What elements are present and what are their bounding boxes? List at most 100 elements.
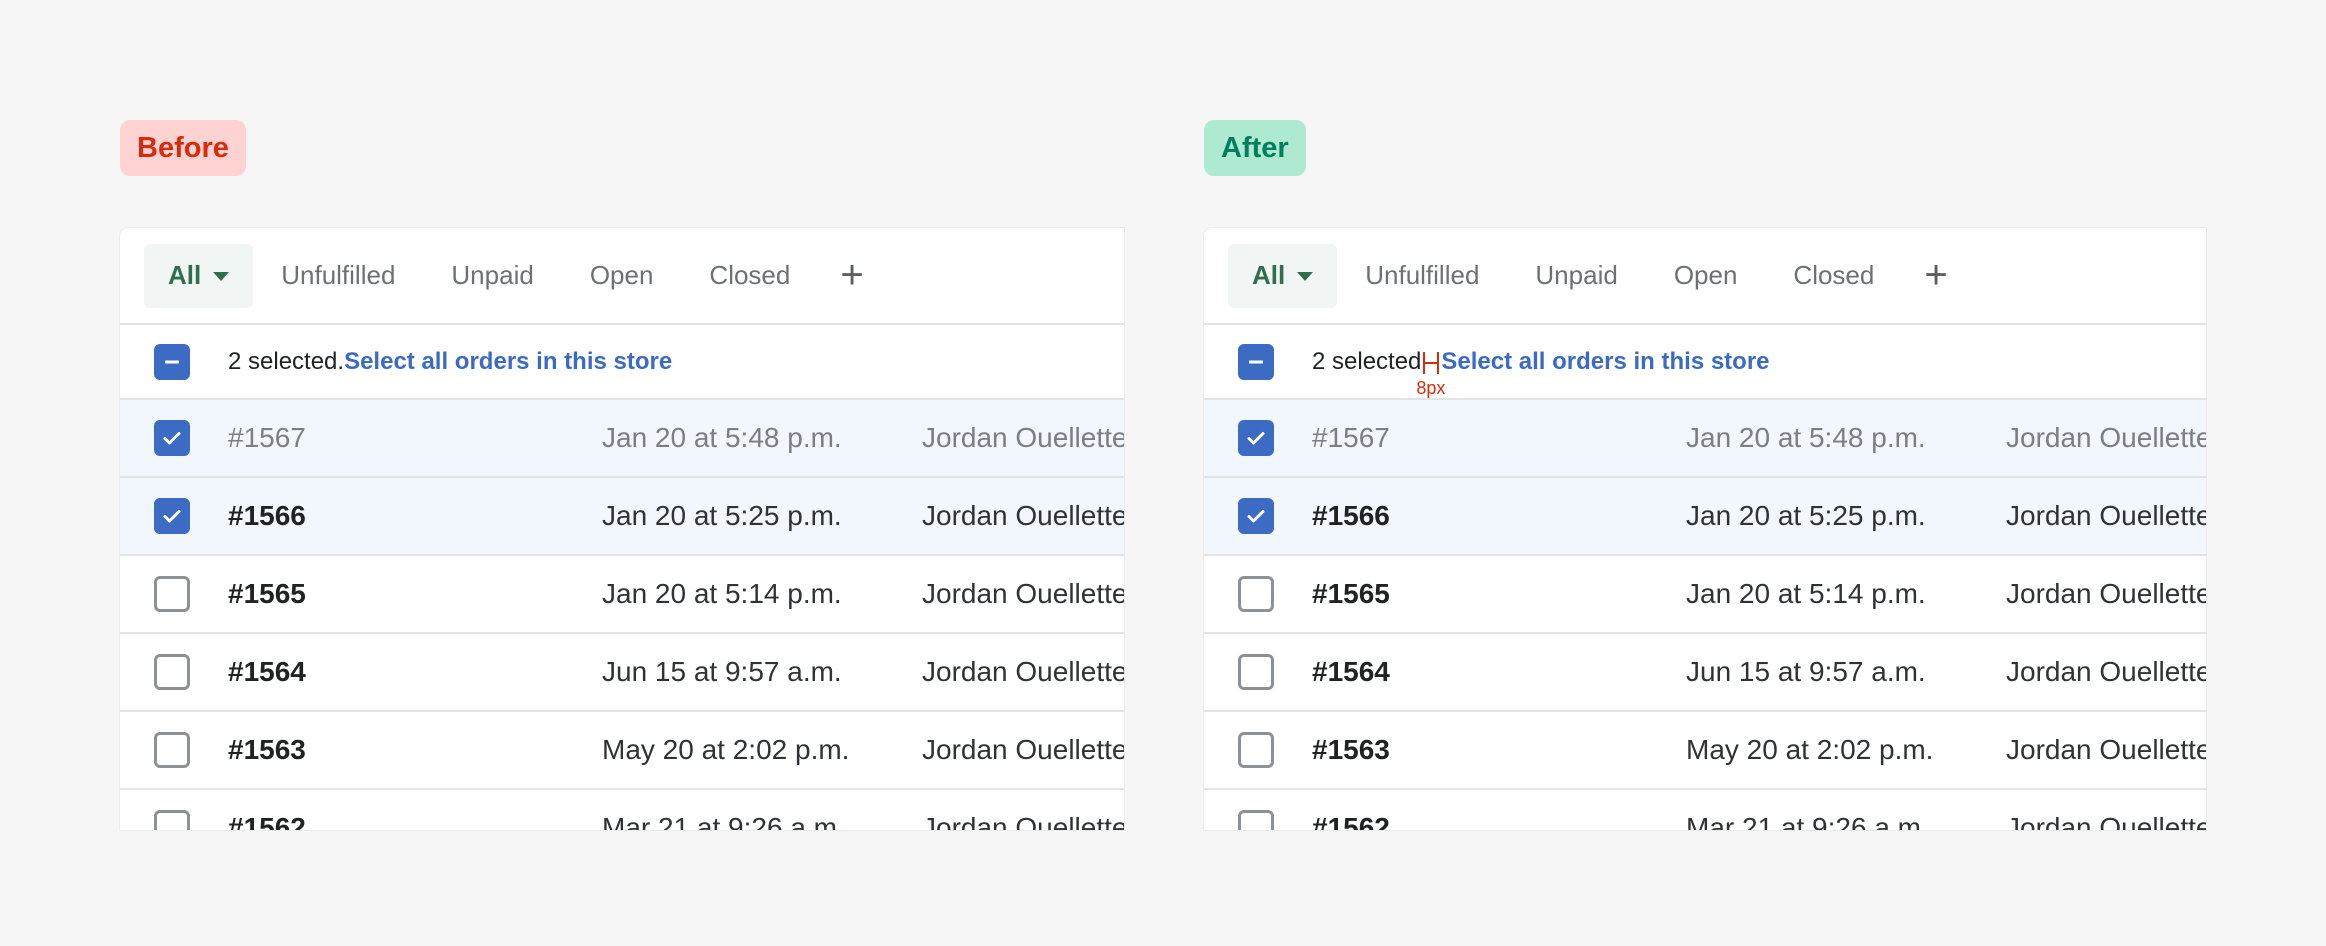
order-date: Jan 20 at 5:48 p.m. [602,422,842,453]
order-customer: Jordan Ouellette [2006,578,2206,609]
order-customer: Jordan Ouellette [2006,734,2206,765]
filter-tabs: All Unfulfilled Unpaid Open Closed + [1204,228,2206,325]
tab-closed[interactable]: Closed [685,244,814,308]
plus-icon[interactable]: + [822,244,881,308]
before-orders-panel: All Unfulfilled Unpaid Open Closed + 2 s… [120,228,1124,830]
order-number[interactable]: #1565 [1312,578,1390,610]
tab-all-label: All [1252,260,1286,290]
before-badge: Before [120,120,246,176]
order-customer: Jordan Ouellette [922,578,1124,609]
order-number[interactable]: #1562 [228,812,306,830]
bulk-selection-text: 2 selected. Select all orders in this st… [228,348,672,376]
order-number[interactable]: #1565 [228,578,306,610]
table-row[interactable]: #1563 May 20 at 2:02 p.m. Jordan Ouellette [120,712,1124,790]
order-number[interactable]: #1567 [1312,422,1390,454]
order-number[interactable]: #1563 [228,734,306,766]
caret-down-icon [1297,272,1314,281]
tab-unpaid[interactable]: Unpaid [1511,244,1641,308]
tab-open[interactable]: Open [566,244,678,308]
row-checkbox[interactable] [1238,498,1274,534]
order-number[interactable]: #1564 [1312,656,1390,688]
table-row[interactable]: #1567 Jan 20 at 5:48 p.m. Jordan Ouellette [120,400,1124,478]
check-icon [1247,510,1265,523]
bulk-actions-bar: 2 selected. Select all orders in this st… [120,325,1124,400]
caret-down-icon [213,272,230,281]
check-icon [163,432,181,445]
order-customer: Jordan Ouellette [2006,812,2206,830]
order-number[interactable]: #1566 [1312,500,1390,532]
order-date: Jan 20 at 5:14 p.m. [1686,578,1926,609]
selected-count: 2 selected [1312,347,1422,375]
row-checkbox[interactable] [1238,576,1274,612]
row-checkbox[interactable] [1238,654,1274,690]
tab-closed[interactable]: Closed [1769,244,1898,308]
check-icon [1247,432,1265,445]
table-row[interactable]: #1567 Jan 20 at 5:48 p.m. Jordan Ouellette [1204,400,2206,478]
order-rows: #1567 Jan 20 at 5:48 p.m. Jordan Ouellette… [120,400,1124,830]
order-customer: Jordan Ouellette [922,812,1124,830]
order-customer: Jordan Ouellette [922,422,1124,453]
select-all-checkbox[interactable] [1238,343,1274,380]
select-all-orders-link[interactable]: Select all orders in this store [344,348,672,376]
order-customer: Jordan Ouellette [2006,422,2206,453]
table-row[interactable]: #1562 Mar 21 at 9:26 a.m. Jordan Ouellette [1204,790,2206,830]
row-checkbox[interactable] [154,420,190,456]
order-number[interactable]: #1563 [1312,734,1390,766]
table-row[interactable]: #1565 Jan 20 at 5:14 p.m. Jordan Ouellette [1204,556,2206,634]
order-date: May 20 at 2:02 p.m. [1686,734,1934,765]
row-checkbox[interactable] [1238,732,1274,768]
filter-tabs: All Unfulfilled Unpaid Open Closed + [120,228,1124,325]
tab-unfulfilled[interactable]: Unfulfilled [1341,244,1503,308]
table-row[interactable]: #1564 Jun 15 at 9:57 a.m. Jordan Ouellette [120,634,1124,712]
order-number[interactable]: #1564 [228,656,306,688]
table-row[interactable]: #1563 May 20 at 2:02 p.m. Jordan Ouellette [1204,712,2206,790]
order-date: Jun 15 at 9:57 a.m. [602,656,842,687]
plus-icon[interactable]: + [1906,244,1965,308]
table-row[interactable]: #1566 Jan 20 at 5:25 p.m. Jordan Ouellette [120,478,1124,556]
order-customer: Jordan Ouellette [922,734,1124,765]
order-customer: Jordan Ouellette [2006,656,2206,687]
tab-all-label: All [168,260,202,290]
after-badge: After [1204,120,1306,176]
order-number[interactable]: #1562 [1312,812,1390,830]
order-date: Mar 21 at 9:26 a.m. [602,812,845,830]
minus-icon [165,360,179,363]
table-row[interactable]: #1562 Mar 21 at 9:26 a.m. Jordan Ouellette [120,790,1124,830]
row-checkbox[interactable] [154,732,190,768]
order-customer: Jordan Ouellette [922,656,1124,687]
tab-all[interactable]: All [1228,243,1338,308]
order-customer: Jordan Ouellette [2006,500,2206,531]
bulk-actions-bar: 2 selected 8px Select all orders in this… [1204,325,2206,400]
order-date: May 20 at 2:02 p.m. [602,734,850,765]
order-date: Jan 20 at 5:48 p.m. [1686,422,1926,453]
order-number[interactable]: #1567 [228,422,306,454]
row-checkbox[interactable] [154,654,190,690]
tab-open[interactable]: Open [1650,244,1762,308]
minus-icon [1249,360,1263,363]
order-customer: Jordan Ouellette [922,500,1124,531]
order-date: Jan 20 at 5:25 p.m. [1686,500,1926,531]
row-checkbox[interactable] [1238,420,1274,456]
table-row[interactable]: #1564 Jun 15 at 9:57 a.m. Jordan Ouellette [1204,634,2206,712]
row-checkbox[interactable] [154,810,190,830]
row-checkbox[interactable] [154,576,190,612]
spacing-annotation: 8px [1416,348,1445,398]
tab-unfulfilled[interactable]: Unfulfilled [257,244,419,308]
order-date: Jan 20 at 5:25 p.m. [602,500,842,531]
tab-all[interactable]: All [144,243,254,308]
select-all-checkbox[interactable] [154,343,190,380]
table-row[interactable]: #1566 Jan 20 at 5:25 p.m. Jordan Ouellette [1204,478,2206,556]
tab-unpaid[interactable]: Unpaid [427,244,557,308]
row-checkbox[interactable] [154,498,190,534]
selected-count: 2 selected. [228,347,345,375]
order-number[interactable]: #1566 [228,500,306,532]
after-orders-panel: All Unfulfilled Unpaid Open Closed + 2 s… [1204,228,2206,830]
select-all-orders-link[interactable]: Select all orders in this store [1441,348,1769,376]
table-row[interactable]: #1565 Jan 20 at 5:14 p.m. Jordan Ouellette [120,556,1124,634]
order-date: Jan 20 at 5:14 p.m. [602,578,842,609]
spacing-annotation-label: 8px [1416,377,1446,398]
order-date: Mar 21 at 9:26 a.m. [1686,812,1929,830]
row-checkbox[interactable] [1238,810,1274,830]
order-date: Jun 15 at 9:57 a.m. [1686,656,1926,687]
order-rows: #1567 Jan 20 at 5:48 p.m. Jordan Ouellette… [1204,400,2206,830]
